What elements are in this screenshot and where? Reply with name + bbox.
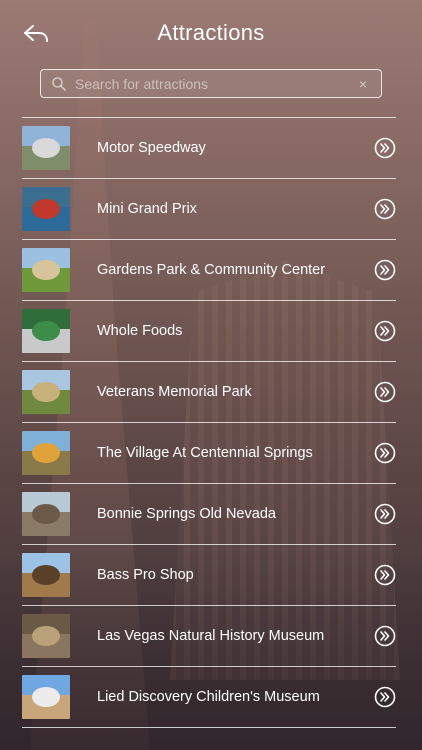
chevron-right-icon[interactable] [374, 198, 396, 220]
list-item[interactable]: Mini Grand Prix [22, 179, 396, 240]
list-item[interactable]: Lied Discovery Children's Museum [22, 667, 396, 728]
attraction-thumbnail [22, 370, 70, 414]
thumbnail-subject [32, 199, 60, 219]
attraction-thumbnail [22, 187, 70, 231]
list-item-label: Gardens Park & Community Center [97, 262, 326, 278]
page-title: Attractions [157, 20, 265, 45]
header-bar: Attractions [0, 0, 422, 66]
list-item[interactable]: Bass Pro Shop [22, 545, 396, 606]
list-item-label: The Village At Centennial Springs [97, 445, 313, 461]
search-icon [52, 76, 66, 91]
list-item-label: Motor Speedway [97, 140, 206, 156]
list-item[interactable]: Motor Speedway [22, 118, 396, 179]
search-input[interactable] [67, 70, 353, 97]
thumbnail-subject [32, 138, 60, 158]
attraction-thumbnail [22, 492, 70, 536]
attraction-thumbnail [22, 675, 70, 719]
chevron-right-icon[interactable] [374, 625, 396, 647]
list-item[interactable]: Whole Foods [22, 301, 396, 362]
thumbnail-subject [32, 443, 60, 463]
thumbnail-subject [32, 260, 60, 280]
list-item-label: Veterans Memorial Park [97, 384, 252, 400]
chevron-right-icon[interactable] [374, 503, 396, 525]
attraction-thumbnail [22, 126, 70, 170]
chevron-right-icon[interactable] [374, 259, 396, 281]
list-item[interactable]: Veterans Memorial Park [22, 362, 396, 423]
thumbnail-subject [32, 565, 60, 585]
thumbnail-subject [32, 382, 60, 402]
attraction-thumbnail [22, 309, 70, 353]
list-item[interactable]: Gardens Park & Community Center [22, 240, 396, 301]
list-item[interactable]: The Village At Centennial Springs [22, 423, 396, 484]
list-item[interactable]: Bonnie Springs Old Nevada [22, 484, 396, 545]
list-item-label: Whole Foods [97, 323, 183, 339]
chevron-right-icon[interactable] [374, 686, 396, 708]
attractions-list: Motor Speedway Mini Grand Prix Gardens Par… [22, 117, 396, 728]
chevron-right-icon[interactable] [374, 442, 396, 464]
list-item-label: Bass Pro Shop [97, 567, 194, 583]
chevron-right-icon[interactable] [374, 137, 396, 159]
list-item-label: Lied Discovery Children's Museum [97, 689, 320, 705]
thumbnail-subject [32, 626, 60, 646]
attraction-thumbnail [22, 431, 70, 475]
attraction-thumbnail [22, 248, 70, 292]
attraction-thumbnail [22, 614, 70, 658]
search-bar: × [40, 69, 382, 98]
clear-search-icon[interactable]: × [353, 76, 373, 92]
chevron-right-icon[interactable] [374, 320, 396, 342]
thumbnail-subject [32, 321, 60, 341]
chevron-right-icon[interactable] [374, 564, 396, 586]
attraction-thumbnail [22, 553, 70, 597]
list-item-label: Mini Grand Prix [97, 201, 197, 217]
thumbnail-subject [32, 504, 60, 524]
chevron-right-icon[interactable] [374, 381, 396, 403]
list-item[interactable]: Las Vegas Natural History Museum [22, 606, 396, 667]
list-item-label: Bonnie Springs Old Nevada [97, 506, 276, 522]
list-item-label: Las Vegas Natural History Museum [97, 628, 325, 644]
thumbnail-subject [32, 687, 60, 707]
